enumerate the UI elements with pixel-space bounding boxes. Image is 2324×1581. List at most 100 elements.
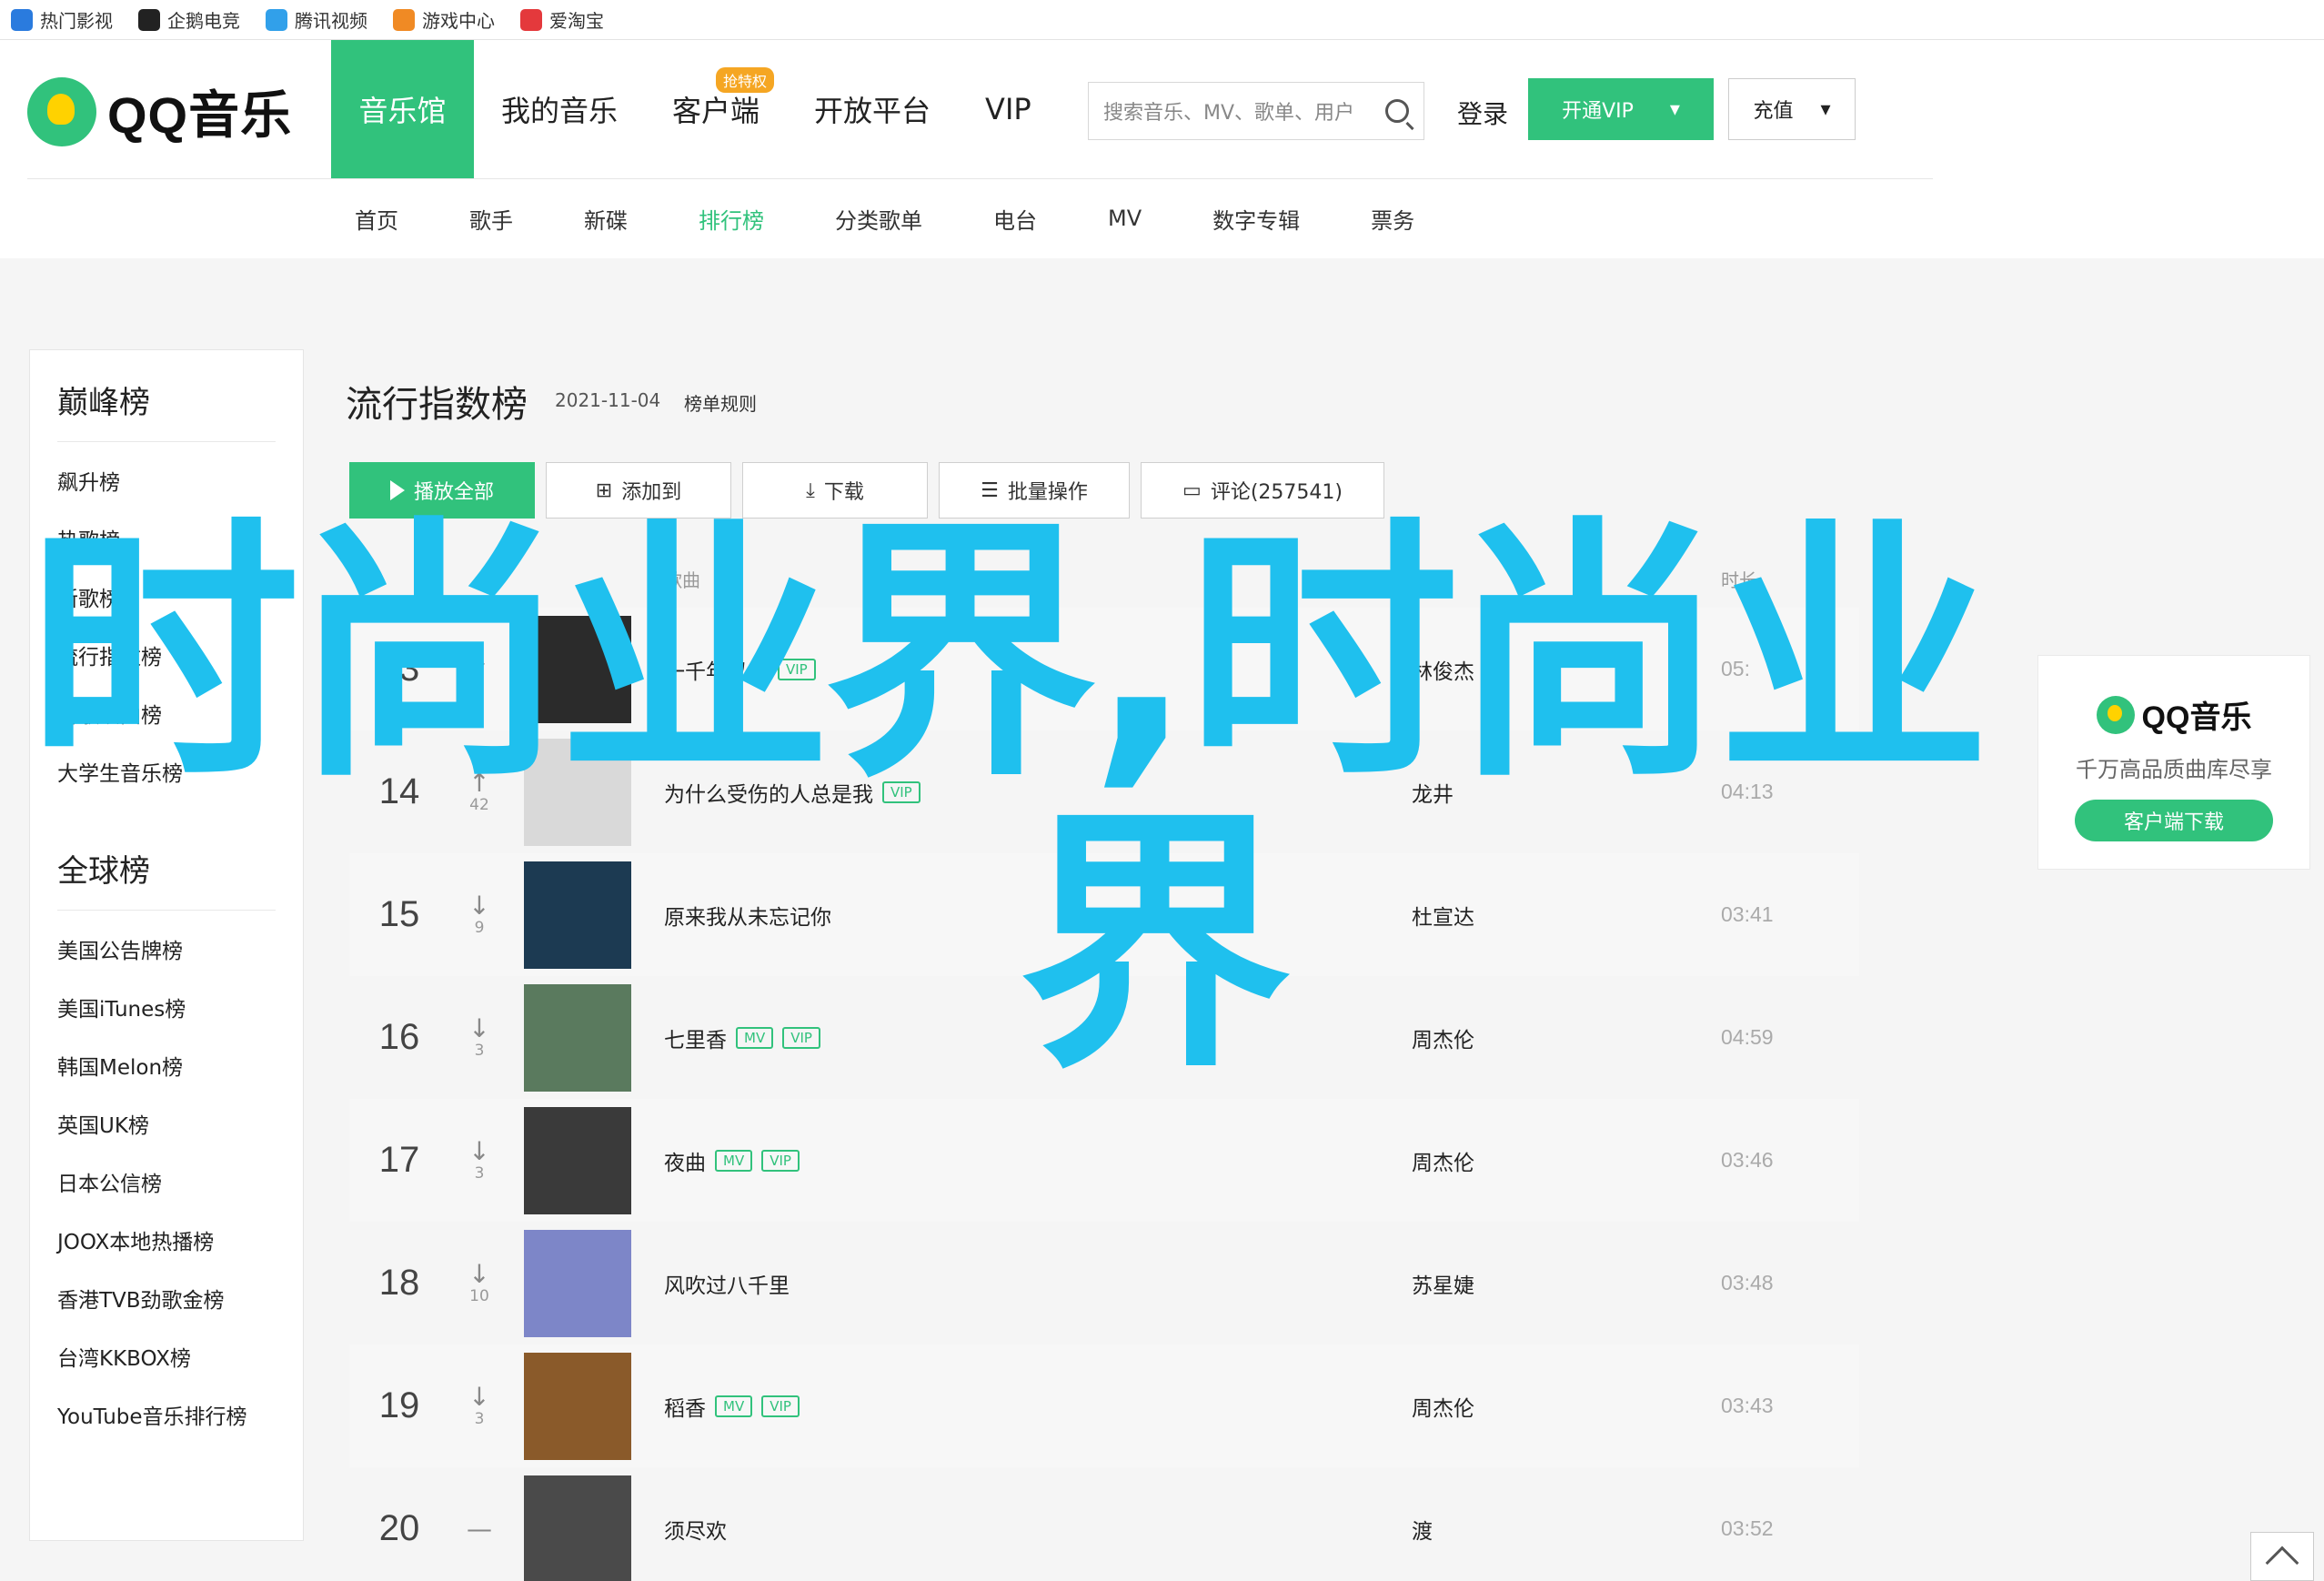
nav-client[interactable]: 客户端 抢特权 — [645, 40, 787, 178]
song-row[interactable]: 20 — 须尽欢 渡 03:52 — [349, 1467, 1859, 1581]
sidebar-item[interactable]: 大学生音乐榜 — [30, 742, 303, 801]
artist-name[interactable]: 苏星婕 — [1412, 1268, 1721, 1299]
mv-tag[interactable]: MV — [715, 1149, 753, 1172]
back-to-top-button[interactable] — [2250, 1532, 2314, 1581]
subnav-item[interactable]: 首页 — [355, 203, 398, 235]
sidebar-item[interactable]: 韩国Melon榜 — [30, 1036, 303, 1094]
nav-open-platform[interactable]: 开放平台 — [787, 40, 958, 178]
rank-number: 14 — [378, 771, 420, 811]
logo[interactable]: QQ音乐 — [27, 75, 292, 148]
artist-name[interactable]: 渡 — [1412, 1514, 1721, 1545]
comment-icon: ▭ — [1182, 478, 1202, 502]
sidebar-item[interactable]: YouTube音乐排行榜 — [30, 1385, 303, 1444]
subnav-item[interactable]: 电台 — [993, 203, 1037, 235]
artist-name[interactable]: 林俊杰 — [1412, 654, 1721, 685]
song-row[interactable]: 19 ↓ 3 稻香 MV VIP 周杰伦 03:43 — [349, 1344, 1859, 1467]
sidebar-section-peak: 飙升榜 热歌榜 新歌榜 流行指数榜 听歌识曲榜 大学生音乐榜 — [30, 442, 303, 801]
rules-link[interactable]: 榜单规则 — [684, 389, 757, 416]
subnav-item[interactable]: MV — [1108, 206, 1142, 231]
song-title[interactable]: 夜曲 — [664, 1145, 706, 1176]
album-cover[interactable] — [524, 615, 631, 723]
sidebar-item[interactable]: 新歌榜 — [30, 568, 303, 626]
bookmark-item[interactable]: 热门影视 — [11, 6, 113, 33]
client-download-button[interactable]: 客户端下载 — [2075, 800, 2273, 841]
song-row[interactable]: 15 ↓ 9 原来我从未忘记你 杜宣达 03:41 — [349, 853, 1859, 976]
rank-change: 3 — [474, 1163, 485, 1183]
nav-client-label: 客户端 — [672, 94, 760, 128]
bookmarks-bar: 热门影视 企鹅电竞 腾讯视频 游戏中心 爱淘宝 — [0, 0, 2324, 40]
sidebar-item[interactable]: 听歌识曲榜 — [30, 684, 303, 742]
song-title[interactable]: 一千年以后 — [664, 654, 769, 685]
add-to-button[interactable]: ⊞ 添加到 — [546, 462, 731, 519]
song-row[interactable]: 16 ↓ 3 七里香 MV VIP 周杰伦 04:59 — [349, 976, 1859, 1099]
subnav-item[interactable]: 票务 — [1371, 203, 1414, 235]
vip-tag: VIP — [761, 1149, 800, 1172]
nav-music-hall[interactable]: 音乐馆 — [331, 40, 474, 178]
song-title[interactable]: 须尽欢 — [664, 1514, 727, 1545]
sidebar-item[interactable]: 飙升榜 — [30, 451, 303, 509]
download-button[interactable]: ⤓ 下载 — [742, 462, 928, 519]
search-icon[interactable] — [1385, 99, 1409, 123]
album-cover[interactable] — [524, 1352, 631, 1460]
rank-change: 10 — [469, 1286, 489, 1305]
artist-name[interactable]: 周杰伦 — [1412, 1022, 1721, 1053]
site-header: QQ音乐 音乐馆 我的音乐 客户端 抢特权 开放平台 VIP 搜索音乐、MV、歌… — [0, 40, 2324, 258]
sidebar-item[interactable]: 热歌榜 — [30, 509, 303, 568]
subnav-item[interactable]: 新碟 — [584, 203, 628, 235]
charge-button[interactable]: 充值 ▾ — [1728, 78, 1856, 140]
subnav-item[interactable]: 歌手 — [469, 203, 513, 235]
song-list: 13 ↑ 一千年以后 VIP 林俊杰 05: 14 ↑ 42 为什么受伤的人总是我 VIP 龙井 04:… — [349, 608, 1859, 1581]
song-title[interactable]: 稻香 — [664, 1391, 706, 1422]
album-cover[interactable] — [524, 1475, 631, 1581]
bookmark-item[interactable]: 企鹅电竞 — [138, 6, 240, 33]
song-row[interactable]: 14 ↑ 42 为什么受伤的人总是我 VIP 龙井 04:13 — [349, 730, 1859, 853]
artist-name[interactable]: 周杰伦 — [1412, 1145, 1721, 1176]
song-title[interactable]: 原来我从未忘记你 — [664, 900, 831, 931]
album-cover[interactable] — [524, 1229, 631, 1337]
nav-vip[interactable]: VIP — [958, 40, 1059, 178]
sidebar-item[interactable]: 台湾KKBOX榜 — [30, 1327, 303, 1385]
song-title-cell: 须尽欢 — [664, 1514, 1412, 1545]
arrow-down-icon: ↓ — [468, 890, 490, 921]
subnav-item[interactable]: 数字专辑 — [1212, 203, 1300, 235]
bookmark-item[interactable]: 游戏中心 — [393, 6, 495, 33]
song-title[interactable]: 风吹过八千里 — [664, 1268, 790, 1299]
artist-name[interactable]: 龙井 — [1412, 777, 1721, 808]
subnav-item[interactable]: 排行榜 — [699, 203, 764, 235]
sidebar-item[interactable]: JOOX本地热播榜 — [30, 1211, 303, 1269]
album-cover[interactable] — [524, 1106, 631, 1214]
sidebar-item[interactable]: 英国UK榜 — [30, 1094, 303, 1153]
download-label: 下载 — [823, 481, 864, 504]
search-input[interactable]: 搜索音乐、MV、歌单、用户 — [1088, 82, 1424, 140]
song-row[interactable]: 18 ↓ 10 风吹过八千里 苏星婕 03:48 — [349, 1222, 1859, 1344]
song-title[interactable]: 七里香 — [664, 1022, 727, 1053]
nav-my-music[interactable]: 我的音乐 — [474, 40, 645, 178]
sidebar-item[interactable]: 美国iTunes榜 — [30, 978, 303, 1036]
sidebar-item[interactable]: 流行指数榜 — [30, 626, 303, 684]
bookmark-item[interactable]: 爱淘宝 — [520, 6, 604, 33]
song-row[interactable]: 17 ↓ 3 夜曲 MV VIP 周杰伦 03:46 — [349, 1099, 1859, 1222]
batch-button[interactable]: ☰ 批量操作 — [939, 462, 1130, 519]
play-all-button[interactable]: 播放全部 — [349, 462, 535, 519]
song-title[interactable]: 为什么受伤的人总是我 — [664, 777, 873, 808]
bookmark-item[interactable]: 腾讯视频 — [266, 6, 367, 33]
rank-trend: — — [449, 1516, 509, 1542]
open-vip-button[interactable]: 开通VIP ▾ — [1528, 78, 1714, 140]
charge-label: 充值 — [1753, 100, 1794, 123]
comment-button[interactable]: ▭ 评论(257541) — [1141, 462, 1384, 519]
login-link[interactable]: 登录 — [1457, 95, 1508, 131]
album-cover[interactable] — [524, 983, 631, 1092]
mv-tag[interactable]: MV — [736, 1026, 774, 1049]
song-duration: 03:43 — [1721, 1394, 1774, 1417]
album-cover[interactable] — [524, 738, 631, 846]
album-cover[interactable] — [524, 861, 631, 969]
sidebar-item[interactable]: 日本公信榜 — [30, 1153, 303, 1211]
song-duration: 03:41 — [1721, 902, 1774, 926]
song-row[interactable]: 13 ↑ 一千年以后 VIP 林俊杰 05: — [349, 608, 1859, 730]
sidebar-item[interactable]: 美国公告牌榜 — [30, 920, 303, 978]
subnav-item[interactable]: 分类歌单 — [835, 203, 922, 235]
artist-name[interactable]: 周杰伦 — [1412, 1391, 1721, 1422]
sidebar-item[interactable]: 香港TVB劲歌金榜 — [30, 1269, 303, 1327]
artist-name[interactable]: 杜宣达 — [1412, 900, 1721, 931]
mv-tag[interactable]: MV — [715, 1395, 753, 1417]
